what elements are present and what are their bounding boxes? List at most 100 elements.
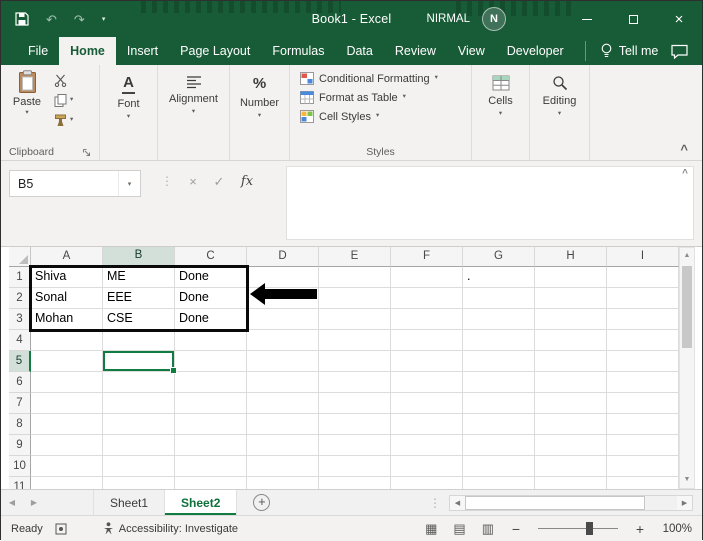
zoom-slider-thumb[interactable] [586,522,593,535]
cell-A3[interactable]: Mohan [31,309,103,330]
accessibility-checker-button[interactable]: Accessibility: Investigate [103,522,238,535]
cell-G4[interactable] [463,330,535,351]
cell-E8[interactable] [319,414,391,435]
cell-G1[interactable]: . [463,267,535,288]
number-group-button[interactable]: % Number ▾ [230,65,290,160]
new-sheet-button[interactable]: + [253,494,271,511]
tab-file[interactable]: File [17,37,59,65]
formula-bar-collapse-icon[interactable]: ^ [682,168,688,179]
tab-page-layout[interactable]: Page Layout [169,37,261,65]
cell-A7[interactable] [31,393,103,414]
copy-button[interactable]: ▾ [54,93,73,107]
cell-F11[interactable] [391,477,463,489]
close-button[interactable]: × [656,1,702,37]
cell-H5[interactable] [535,351,607,372]
format-painter-button[interactable]: ▾ [54,113,73,127]
sheet-tab-sheet1[interactable]: Sheet1 [93,490,166,515]
cell-C2[interactable]: Done [175,288,247,309]
cell-E6[interactable] [319,372,391,393]
cell-C10[interactable] [175,456,247,477]
tab-bar-divider-icon[interactable]: ⋮ [429,496,441,510]
cell-G9[interactable] [463,435,535,456]
tab-home[interactable]: Home [59,37,116,65]
column-header-D[interactable]: D [247,247,319,267]
cell-H10[interactable] [535,456,607,477]
column-header-C[interactable]: C [175,247,247,267]
cell-H2[interactable] [535,288,607,309]
column-header-H[interactable]: H [535,247,607,267]
enter-icon[interactable]: ✓ [209,174,229,190]
formula-input[interactable]: ^ [286,166,694,240]
cell-H6[interactable] [535,372,607,393]
cell-B9[interactable] [103,435,175,456]
cell-F10[interactable] [391,456,463,477]
insert-function-button[interactable]: fx [237,174,257,189]
cell-B1[interactable]: ME [103,267,175,288]
cell-F7[interactable] [391,393,463,414]
paste-button[interactable]: Paste ▾ [7,70,47,143]
cell-H1[interactable] [535,267,607,288]
maximize-button[interactable] [610,1,656,37]
cell-I8[interactable] [607,414,679,435]
user-name[interactable]: NIRMAL [427,13,470,25]
scroll-right-icon[interactable]: ▶ [677,495,692,510]
vertical-scrollbar-thumb[interactable] [682,266,692,348]
cell-A2[interactable]: Sonal [31,288,103,309]
zoom-percentage[interactable]: 100% [662,523,692,535]
normal-view-icon[interactable]: ▦ [425,522,437,535]
cell-C4[interactable] [175,330,247,351]
cell-F5[interactable] [391,351,463,372]
cell-A10[interactable] [31,456,103,477]
cell-E11[interactable] [319,477,391,489]
tab-view[interactable]: View [447,37,496,65]
cell-C3[interactable]: Done [175,309,247,330]
cell-I10[interactable] [607,456,679,477]
cell-B10[interactable] [103,456,175,477]
column-header-G[interactable]: G [463,247,535,267]
cells-group-button[interactable]: Cells ▾ [472,65,530,160]
cell-I11[interactable] [607,477,679,489]
cell-A4[interactable] [31,330,103,351]
row-header-3[interactable]: 3 [9,309,31,330]
horizontal-scrollbar-thumb[interactable] [465,495,645,510]
cell-F3[interactable] [391,309,463,330]
undo-icon[interactable]: ↶ [46,13,57,26]
format-as-table-button[interactable]: Format as Table ▾ [300,91,465,104]
cut-button[interactable] [54,73,73,87]
zoom-slider[interactable] [538,522,618,535]
cell-B6[interactable] [103,372,175,393]
cell-C11[interactable] [175,477,247,489]
cell-D5[interactable] [247,351,319,372]
row-header-5[interactable]: 5 [9,351,31,372]
column-header-F[interactable]: F [391,247,463,267]
formula-bar-grip-icon[interactable]: ⋮ [161,174,173,188]
cell-B8[interactable] [103,414,175,435]
cell-A9[interactable] [31,435,103,456]
tell-me-button[interactable]: Tell me [584,41,658,61]
cell-B7[interactable] [103,393,175,414]
cell-D4[interactable] [247,330,319,351]
column-header-I[interactable]: I [607,247,679,267]
cell-D2[interactable] [247,288,319,309]
tab-insert[interactable]: Insert [116,37,169,65]
cell-G7[interactable] [463,393,535,414]
cell-E10[interactable] [319,456,391,477]
minimize-button[interactable] [564,1,610,37]
cell-I2[interactable] [607,288,679,309]
cell-D11[interactable] [247,477,319,489]
cell-E7[interactable] [319,393,391,414]
alignment-group-button[interactable]: Alignment ▾ [158,65,230,160]
clipboard-dialog-launcher-icon[interactable] [82,148,91,157]
cell-F9[interactable] [391,435,463,456]
cell-I7[interactable] [607,393,679,414]
cell-H11[interactable] [535,477,607,489]
cell-F2[interactable] [391,288,463,309]
macro-record-icon[interactable] [55,523,67,535]
sheet-nav-right-icon[interactable]: ▶ [23,490,45,515]
scroll-down-icon[interactable]: ▼ [680,472,694,488]
cell-H8[interactable] [535,414,607,435]
cell-G10[interactable] [463,456,535,477]
row-header-8[interactable]: 8 [9,414,31,435]
name-box[interactable]: B5 ▾ [9,170,141,197]
column-header-B[interactable]: B [103,247,175,267]
